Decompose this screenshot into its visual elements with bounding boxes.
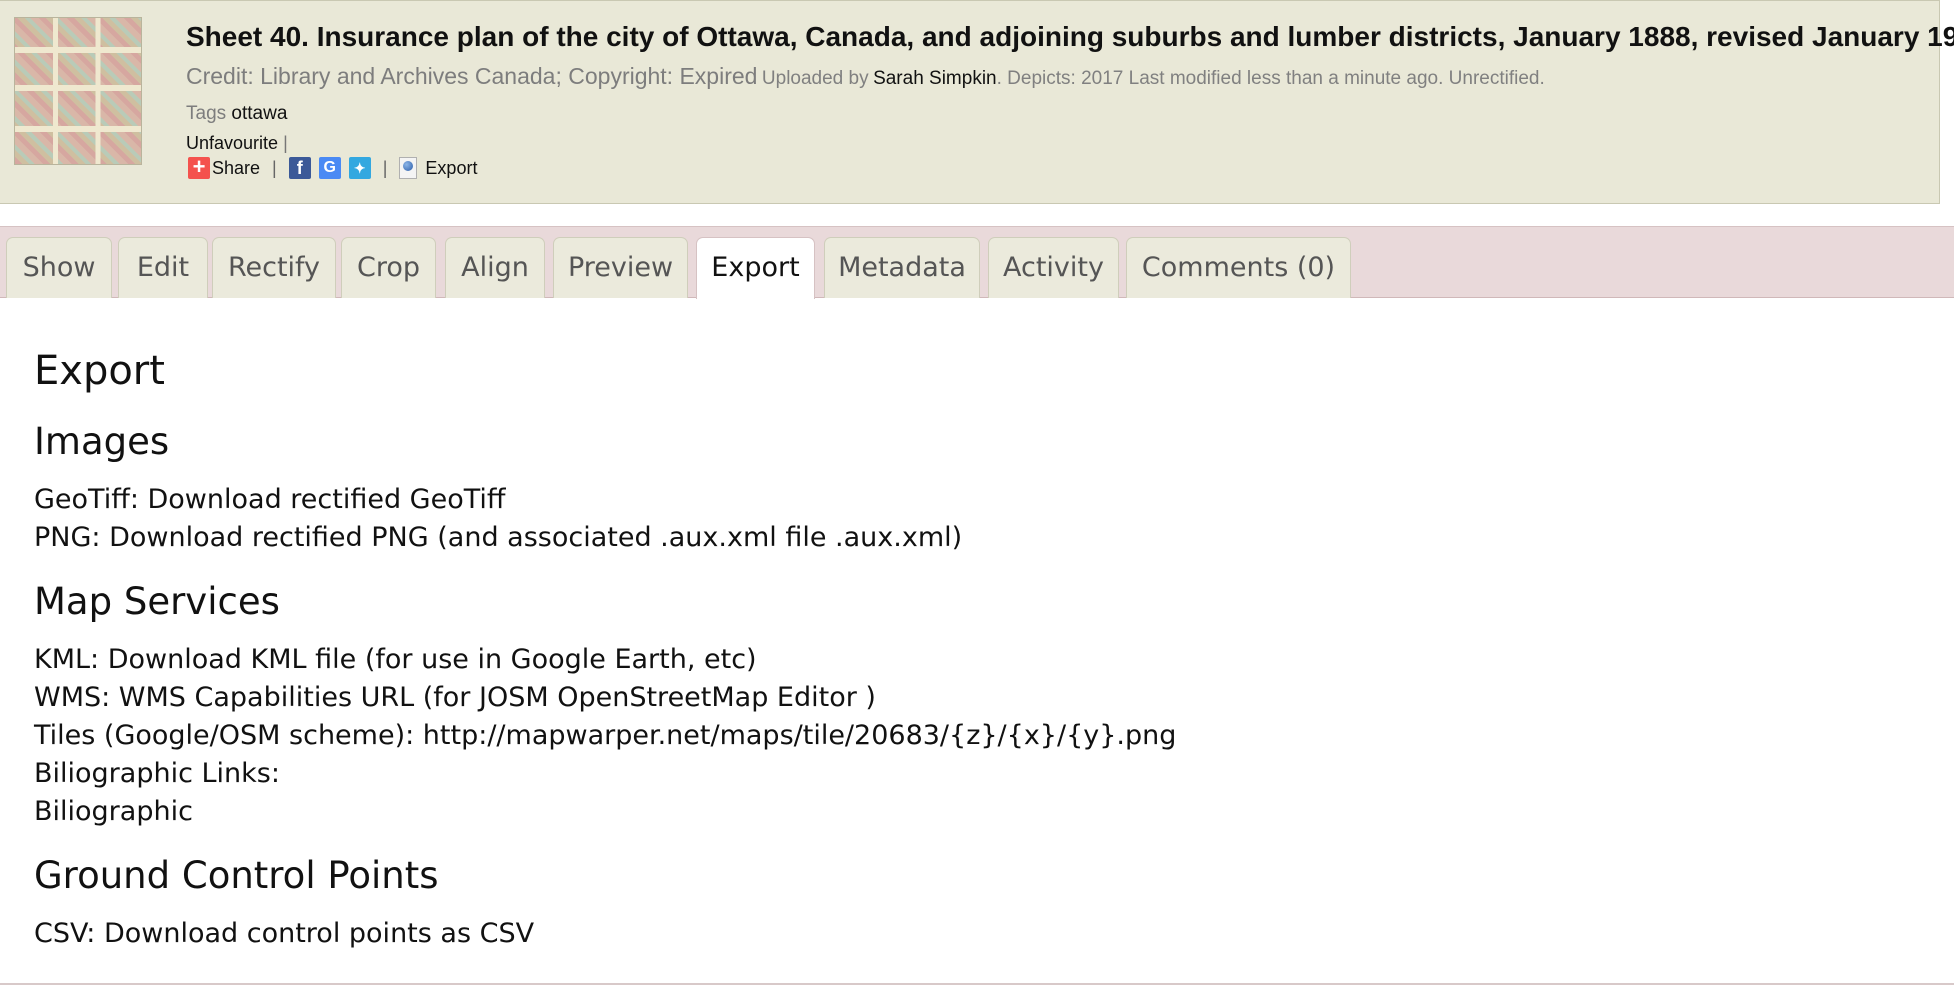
separator: |	[382, 158, 388, 178]
separator: |	[272, 158, 277, 178]
images-heading: Images	[34, 420, 170, 463]
geotiff-download-link[interactable]: GeoTiff: Download rectified GeoTiff	[34, 484, 506, 515]
export-link-label: Export	[425, 158, 478, 178]
tags-line: Tags ottawa	[186, 103, 287, 125]
favourite-line: Unfavourite |	[186, 133, 288, 154]
share-line: + Share | f G ✦ | Export	[188, 156, 477, 179]
google-icon[interactable]: G	[318, 157, 341, 179]
tab-show[interactable]: Show	[6, 237, 112, 298]
map-services-heading: Map Services	[34, 580, 280, 623]
divider	[0, 983, 1954, 985]
separator: |	[283, 133, 288, 153]
tab-comments[interactable]: Comments (0)	[1126, 237, 1351, 298]
uploader-link[interactable]: Sarah Simpkin	[873, 68, 997, 89]
tab-activity[interactable]: Activity	[988, 237, 1119, 298]
tab-edit[interactable]: Edit	[118, 237, 208, 298]
tab-metadata[interactable]: Metadata	[824, 237, 980, 298]
credit-text: Credit: Library and Archives Canada; Cop…	[186, 63, 758, 89]
unfavourite-link[interactable]: Unfavourite	[186, 133, 278, 153]
tab-preview[interactable]: Preview	[553, 237, 688, 298]
csv-download-link[interactable]: CSV: Download control points as CSV	[34, 918, 534, 949]
twitter-icon[interactable]: ✦	[348, 157, 371, 179]
tag-link-ottawa[interactable]: ottawa	[231, 103, 287, 124]
gcp-heading: Ground Control Points	[34, 854, 439, 897]
bibliographic-link[interactable]: Biliographic	[34, 796, 193, 827]
bibliographic-links-label: Biliographic Links:	[34, 758, 280, 789]
tiles-url[interactable]: Tiles (Google/OSM scheme): http://mapwar…	[34, 720, 1176, 751]
share-button[interactable]: + Share	[188, 156, 261, 179]
png-download-link[interactable]: PNG: Download rectified PNG (and associa…	[34, 522, 962, 553]
facebook-icon[interactable]: f	[288, 157, 311, 179]
export-link[interactable]: Export	[399, 157, 477, 179]
kml-globe-icon	[399, 157, 418, 179]
tags-label: Tags	[186, 103, 227, 124]
tab-rectify[interactable]: Rectify	[212, 237, 336, 298]
kml-download-link[interactable]: KML: Download KML file (for use in Googl…	[34, 644, 757, 675]
wms-capabilities-link[interactable]: WMS: WMS Capabilities URL (for JOSM Open…	[34, 682, 876, 713]
tab-align[interactable]: Align	[445, 237, 545, 298]
plus-icon: +	[188, 156, 210, 179]
map-thumbnail[interactable]	[14, 17, 142, 165]
tab-bar: Show Edit Rectify Crop Align Preview Exp…	[0, 226, 1954, 299]
share-label: Share	[212, 158, 261, 178]
map-header: Sheet 40. Insurance plan of the city of …	[0, 0, 1954, 204]
page: Sheet 40. Insurance plan of the city of …	[0, 0, 1954, 990]
uploaded-by-label: Uploaded by	[761, 68, 869, 89]
map-status-text: . Depicts: 2017 Last modified less than …	[996, 68, 1545, 89]
map-title: Sheet 40. Insurance plan of the city of …	[186, 21, 1954, 52]
tab-export[interactable]: Export	[696, 237, 815, 299]
map-meta: Credit: Library and Archives Canada; Cop…	[186, 63, 1545, 90]
page-title: Export	[34, 348, 165, 394]
tab-crop[interactable]: Crop	[341, 237, 436, 298]
